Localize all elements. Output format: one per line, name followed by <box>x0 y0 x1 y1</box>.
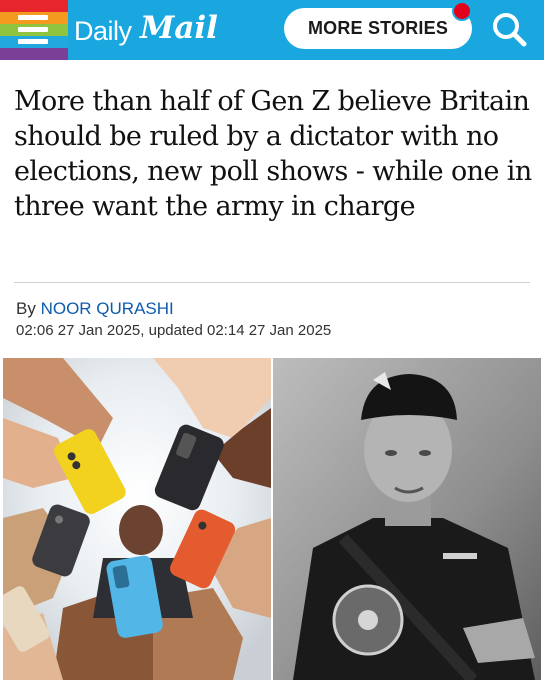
notification-dot <box>452 1 472 21</box>
site-header: Daily Mail MORE STORIES <box>0 0 544 60</box>
search-icon <box>493 13 527 47</box>
author-link[interactable]: NOOR QURASHI <box>41 299 174 318</box>
dictator-portrait-photo[interactable] <box>273 358 541 680</box>
menu-button[interactable] <box>0 0 68 60</box>
headline-divider <box>14 282 530 283</box>
article-dateline: 02:06 27 Jan 2025, updated 02:14 27 Jan … <box>16 322 332 339</box>
byline-prefix: By <box>16 299 36 318</box>
more-stories-button[interactable]: MORE STORIES <box>284 8 472 49</box>
logo-mail-text: Mail <box>140 10 218 46</box>
menu-icon <box>0 0 68 60</box>
article-headline: More than half of Gen Z believe Britain … <box>14 86 532 222</box>
logo-daily-text: Daily <box>74 16 132 46</box>
byline: By NOOR QURASHI <box>16 299 174 319</box>
search-button[interactable] <box>488 8 532 52</box>
smartphones-photo[interactable] <box>3 358 271 680</box>
